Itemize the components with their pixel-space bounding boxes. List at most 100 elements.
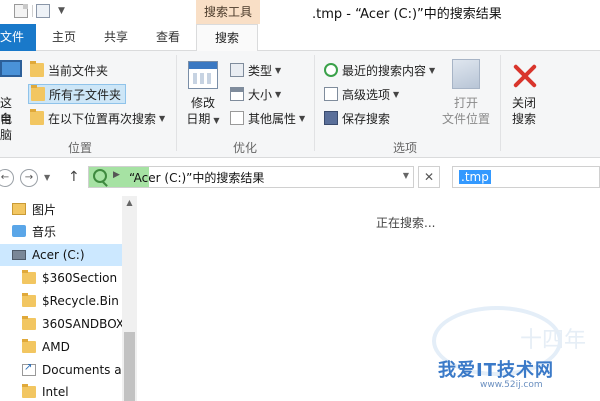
close-search-label-2: 搜索 <box>511 112 536 126</box>
ribbon: 这台 电脑 当前文件夹 所有子文件夹 在以下位置再次搜索 ▼ 位置 修改 日期 ▼… <box>0 51 600 158</box>
scroll-up-icon[interactable]: ▲ <box>122 198 137 210</box>
ribbon-tab-strip: 文件 主页 共享 查看 搜索 <box>0 24 600 52</box>
nav-item-acer-c[interactable]: Acer (C:) <box>0 244 122 266</box>
chevron-down-icon: ▼ <box>429 65 436 75</box>
group-label-options: 选项 <box>392 141 417 155</box>
nav-item-documents-and-settings[interactable]: Documents and Settings <box>0 359 122 381</box>
chevron-down-icon: ▼ <box>159 113 166 123</box>
chevron-down-icon: ▼ <box>393 89 400 99</box>
nav-item-pictures[interactable]: 图片 <box>0 198 122 220</box>
nav-item-music[interactable]: 音乐 <box>0 220 122 242</box>
shortcut-icon <box>22 362 36 376</box>
date-modified-label-1: 修改 <box>190 96 215 110</box>
tab-search[interactable]: 搜索 <box>196 24 258 52</box>
folder-icon <box>22 384 36 398</box>
nav-item-recycle-bin[interactable]: $Recycle.Bin <box>0 290 122 312</box>
save-icon <box>324 111 338 125</box>
nav-item-intel[interactable]: Intel <box>0 381 122 401</box>
properties-icon[interactable] <box>14 4 28 18</box>
chevron-right-icon[interactable]: ▶ <box>113 170 120 180</box>
scroll-thumb[interactable] <box>124 332 135 401</box>
save-search-label: 保存搜索 <box>342 111 391 126</box>
music-icon <box>12 225 26 237</box>
navigation-pane: 图片 音乐 Acer (C:) $360Section $Recycle.Bin… <box>0 196 138 401</box>
tab-home[interactable]: 主页 <box>40 24 88 51</box>
nav-pane-scrollbar[interactable]: ▲ <box>122 196 137 401</box>
recent-searches-label: 最近的搜索内容 <box>342 63 427 78</box>
tab-file[interactable]: 文件 <box>0 24 36 51</box>
type-icon <box>230 63 244 77</box>
nav-item-label: Intel <box>42 385 69 399</box>
tab-view[interactable]: 查看 <box>144 24 192 51</box>
group-label-refine: 优化 <box>232 141 257 155</box>
ribbon-divider <box>176 55 177 151</box>
subfolders-icon <box>31 85 45 101</box>
history-icon <box>324 63 338 77</box>
close-icon: ✕ <box>423 170 435 184</box>
search-tools-context-header: 搜索工具 <box>196 0 260 24</box>
search-input[interactable]: .tmp <box>452 166 600 188</box>
type-button[interactable]: 类型 ▼ <box>230 60 281 80</box>
folder-icon <box>22 270 36 284</box>
recent-locations-dropdown-icon[interactable]: ▼ <box>44 173 50 182</box>
nav-item-label: 音乐 <box>32 224 57 239</box>
close-icon <box>512 63 538 89</box>
all-subfolders-button[interactable]: 所有子文件夹 <box>28 84 126 104</box>
nav-item-label: $Recycle.Bin <box>42 294 119 308</box>
watermark-text: 我爱IT技术网 <box>438 360 554 381</box>
quick-access-divider <box>32 5 33 17</box>
title-bar: ▼ 搜索工具 .tmp - “Acer (C:)”中的搜索结果 <box>0 0 600 24</box>
current-folder-button[interactable]: 当前文件夹 <box>30 60 108 80</box>
this-pc-label-2: 电脑 <box>0 112 13 142</box>
date-modified-label-2: 日期 ▼ <box>186 112 220 126</box>
up-arrow-icon[interactable]: ↑ <box>68 169 80 185</box>
search-again-in-label: 在以下位置再次搜索 <box>48 111 157 126</box>
search-results-area: 正在搜索... 十四年 我爱IT技术网 www.52ij.com <box>138 196 600 401</box>
open-location-label-1: 打开 <box>453 96 478 110</box>
pictures-icon <box>12 203 26 215</box>
folder-icon <box>22 339 36 353</box>
quick-access-dropdown-icon[interactable]: ▼ <box>58 6 65 16</box>
search-again-in-button[interactable]: 在以下位置再次搜索 ▼ <box>30 108 165 128</box>
save-search-button[interactable]: 保存搜索 <box>324 108 390 128</box>
navigation-bar: ← → ▼ ↑ ▶ “Acer (C:)”中的搜索结果 ▼ ✕ .tmp <box>0 160 600 194</box>
tab-share[interactable]: 共享 <box>92 24 140 51</box>
nav-item-label: 图片 <box>32 202 57 217</box>
nav-item-360sandbox[interactable]: 360SANDBOX <box>0 313 122 335</box>
open-location-label-2: 文件位置 <box>441 112 490 126</box>
address-bar[interactable]: ▶ “Acer (C:)”中的搜索结果 ▼ <box>88 166 414 188</box>
close-search-label-1: 关闭 <box>511 96 536 110</box>
back-arrow-icon[interactable]: ← <box>0 169 14 187</box>
search-folder-icon <box>30 109 44 125</box>
forward-arrow-icon[interactable]: → <box>20 169 38 187</box>
size-label: 大小 <box>248 87 273 102</box>
nav-item-label: Documents and Settings <box>42 363 122 377</box>
size-button[interactable]: 大小 ▼ <box>230 84 281 104</box>
searching-status: 正在搜索... <box>376 216 436 230</box>
nav-item-label: Acer (C:) <box>32 248 85 262</box>
stop-search-button[interactable]: ✕ <box>418 166 440 188</box>
address-path: “Acer (C:)”中的搜索结果 <box>129 171 265 185</box>
nav-item-label: $360Section <box>42 271 118 285</box>
nav-item-label: AMD <box>42 340 70 354</box>
open-location-icon <box>452 59 480 89</box>
nav-item-amd[interactable]: AMD <box>0 336 122 358</box>
new-folder-icon[interactable] <box>36 4 50 18</box>
folder-icon <box>22 293 36 307</box>
watermark-dim-text: 十四年 <box>520 328 587 353</box>
other-properties-button[interactable]: 其他属性 ▼ <box>230 108 305 128</box>
advanced-options-label: 高级选项 <box>342 87 391 102</box>
chevron-down-icon: ▼ <box>275 65 282 75</box>
other-properties-label: 其他属性 <box>248 111 297 126</box>
options-icon <box>324 87 338 101</box>
group-label-location: 位置 <box>67 141 92 155</box>
address-dropdown-icon[interactable]: ▼ <box>403 171 409 180</box>
watermark-url: www.52ij.com <box>480 380 543 390</box>
ribbon-divider <box>500 55 501 151</box>
nav-item-360section[interactable]: $360Section <box>0 267 122 289</box>
advanced-options-button[interactable]: 高级选项 ▼ <box>324 84 399 104</box>
window-title: .tmp - “Acer (C:)”中的搜索结果 <box>312 7 502 22</box>
recent-searches-button[interactable]: 最近的搜索内容 ▼ <box>324 60 435 80</box>
current-folder-label: 当前文件夹 <box>48 63 109 78</box>
size-icon <box>230 87 244 101</box>
